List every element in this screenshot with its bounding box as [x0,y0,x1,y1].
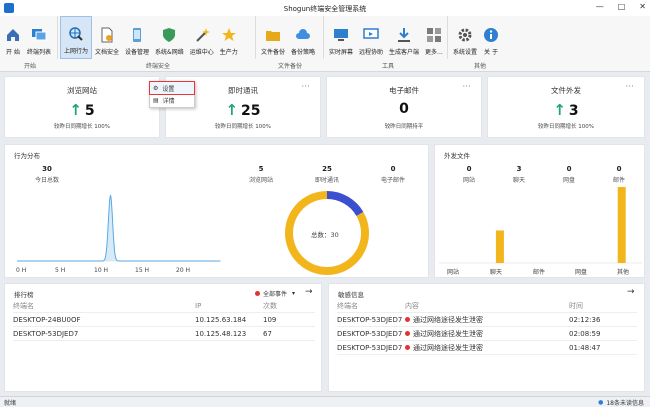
more-dots-icon[interactable]: ··· [625,82,634,92]
web-behavior-icon [69,27,83,41]
alert-dot-icon [405,345,410,350]
area-fill [17,195,221,261]
table-row[interactable]: DESKTOP-53DJED7 通过网络途径发生泄密 01:48:47 [337,342,637,355]
terminal-list-button[interactable]: 终端列表 [24,16,54,59]
about-button[interactable]: 关 于 [480,16,502,59]
menu-item-details[interactable]: ▤ 详情 [150,94,194,106]
home-button[interactable]: 开 始 [2,16,24,59]
bell-icon: ● [598,398,604,406]
trend-up-icon: ↑ [553,101,566,119]
table-row[interactable]: DESKTOP-53DJED7 通过网络途径发生泄密 02:12:36 [337,314,637,327]
group-label-tools: 工具 [382,63,395,70]
bar-聊天 [495,230,504,263]
donut-total-label: 总数：30 [311,231,339,239]
cloud-icon [296,29,311,39]
ranking-panel: 排行榜 全部事件 ▾ → 终端名 IP 次数 DESKTOP-24BU0OF 10… [4,283,322,392]
outgoing-panel: 外发文件 0 网站 3 聊天 0 网盘 0 邮件 网站 聊天 邮件 网盘 其他 [434,144,645,278]
gear-icon [458,28,472,42]
chevron-down-icon: ▾ [292,290,296,297]
group-label-other: 其他 [474,63,487,70]
system-settings-button[interactable]: 系统设置 [450,16,480,59]
file-backup-button[interactable]: 文件备份 [258,16,288,59]
download-icon [398,28,411,42]
remote-icon [363,28,379,39]
monitor-list-icon [32,29,47,41]
x-tick: 5 H [55,267,66,274]
more-tools-button[interactable]: 更多... [422,16,446,59]
area-series-line [17,194,221,262]
productivity-button[interactable]: 生产力 [217,16,241,59]
realtime-screen-button[interactable]: 实时屏幕 [326,16,356,59]
backup-policy-button[interactable]: 备份策略 [288,16,318,59]
table-header: 终端名 内容 时间 [337,300,637,313]
arrow-right-icon[interactable]: → [627,287,635,297]
bar-category-label: 聊天 [490,269,503,276]
minimize-button[interactable]: — [596,2,604,11]
sensitive-panel: 敏感信息 → 终端名 内容 时间 DESKTOP-53DJED7 通过网络途径发… [328,283,645,392]
bar-category-label: 网盘 [575,269,588,276]
title-bar: Shogun终端安全管理系统 — □ ✕ [0,0,650,16]
info-icon [484,28,499,42]
x-tick: 10 H [94,267,109,274]
star-icon [221,28,236,41]
behavior-area-chart [17,194,221,262]
table-row[interactable]: DESKTOP-24BU0OF 10.125.63.184 109 [13,314,315,327]
stat-card-web: 浏览网站 ↑ 5 较昨日同期增长 100% [4,76,160,138]
device-mgmt-button[interactable]: 设备管理 [122,16,152,59]
x-tick: 20 H [176,267,191,274]
filter-dot-icon [255,291,260,296]
behavior-panel: 行为分布 30 今日总数 5 浏览网站 25 即时通讯 0 电子邮件 0 H 5… [4,144,429,278]
group-label-terminal-security: 终端安全 [146,63,171,70]
unread-messages[interactable]: ● 18条未读信息 [598,398,644,407]
close-button[interactable]: ✕ [639,2,646,11]
shield-icon [163,28,176,42]
alert-dot-icon [405,331,410,336]
table-header: 终端名 IP 次数 [13,300,315,313]
device-icon [133,28,142,42]
more-dots-icon[interactable]: ··· [462,82,471,92]
bar-category-label: 网站 [447,269,460,276]
clipboard-icon: ▤ [153,96,159,104]
trend-up-icon: ↑ [225,101,239,119]
doc-security-button[interactable]: 文档安全 [92,16,122,59]
group-label-start: 开始 [24,63,37,70]
wand-icon [196,28,210,42]
web-behavior-button[interactable]: 上网行为 [60,16,93,59]
x-tick: 0 H [16,267,27,274]
document-icon [101,27,113,43]
group-label-file-backup: 文件备份 [278,63,303,70]
trend-up-icon: ↑ [69,101,82,119]
gear-icon: ⚙ [153,84,159,92]
x-tick: 15 H [135,267,150,274]
bar-category-label: 邮件 [533,269,546,276]
status-bar: 就绪 ● 18条未读信息 [0,396,650,407]
context-menu: ⚙ 设置 ▤ 详情 [149,81,195,108]
donut-slice [326,191,364,217]
outgoing-bar-chart [439,187,642,264]
ops-center-button[interactable]: 运维中心 [187,16,217,59]
system-network-button[interactable]: 系统&网络 [152,16,187,59]
more-dots-icon[interactable]: ··· [301,82,310,92]
generate-client-button[interactable]: 生成客户端 [386,16,422,59]
menu-item-settings[interactable]: ⚙ 设置 [149,81,195,95]
arrow-right-icon[interactable]: → [305,287,313,297]
ribbon-toolbar: 开 始 终端列表 上网行为 文档安全 设备管理 系统&网络 运维中心 生产力 文… [0,16,650,72]
more-icon [426,28,441,42]
bar-category-label: 其他 [617,269,630,276]
maximize-button[interactable]: □ [618,2,626,11]
event-filter-dropdown[interactable]: 全部事件 ▾ [255,289,295,298]
folder-icon [266,31,280,41]
screen-icon [334,29,348,41]
table-row[interactable]: DESKTOP-53DJED7 10.125.48.123 67 [13,328,315,341]
stat-card-email: 电子邮件 ··· 0 较昨日同期持平 [326,76,482,138]
stat-card-file-out: 文件外发 ··· ↑ 3 较昨日同期增长 100% [487,76,645,138]
table-row[interactable]: DESKTOP-53DJED7 通过网络途径发生泄密 02:08:59 [337,328,637,341]
status-ready: 就绪 [4,399,17,407]
window-title: Shogun终端安全管理系统 [283,5,367,13]
home-icon [7,29,19,41]
alert-dot-icon [405,317,410,322]
remote-assist-button[interactable]: 远程协助 [356,16,386,59]
bar-其他 [617,187,626,263]
